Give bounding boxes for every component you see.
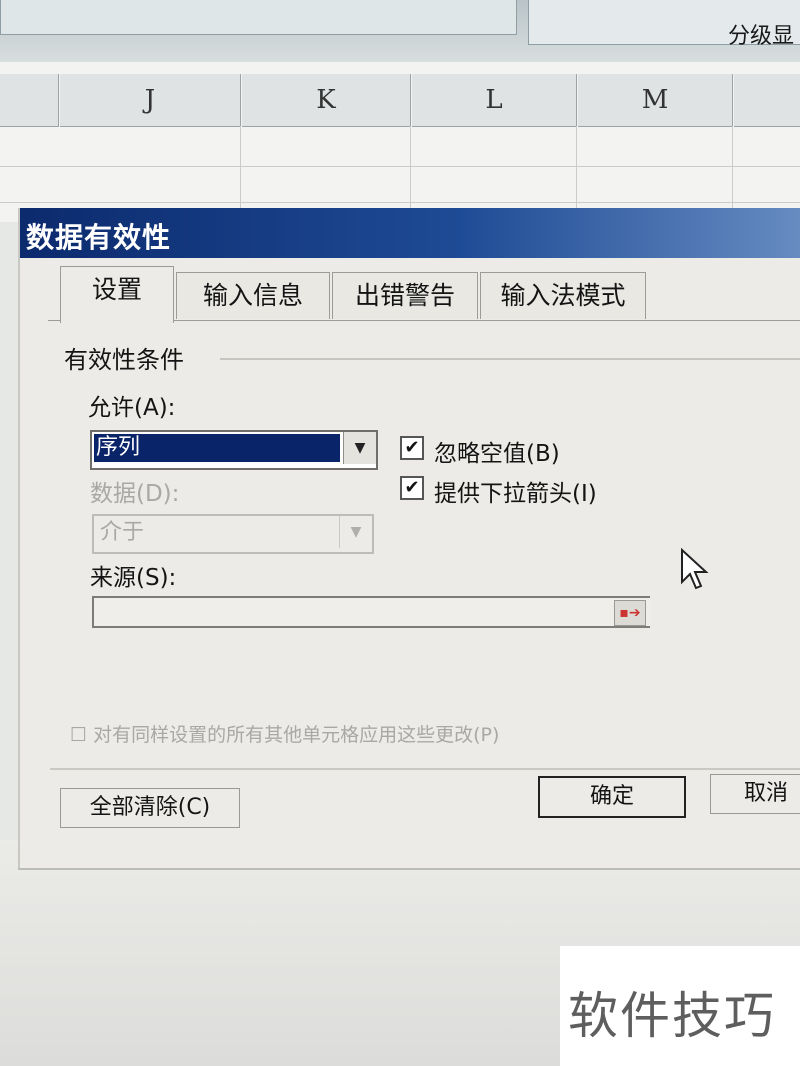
- allow-selected-value: 序列: [94, 434, 340, 462]
- mouse-cursor-icon: [681, 548, 709, 590]
- collapse-dialog-icon[interactable]: ▪➔: [614, 600, 646, 626]
- watermark: 软件技巧: [560, 946, 800, 1066]
- apply-to-all-checkbox: ☐: [70, 724, 94, 746]
- dialog-title: 数据有效性: [26, 221, 172, 254]
- chevron-down-icon: ▼: [339, 516, 372, 548]
- column-header-k[interactable]: K: [242, 74, 411, 127]
- ribbon-outline-label: 分级显: [728, 24, 795, 49]
- ignore-blank-checkbox[interactable]: ✔: [400, 436, 424, 460]
- source-label: 来源(S):: [90, 565, 177, 591]
- apply-to-all-label: 对有同样设置的所有其他单元格应用这些更改(P): [93, 724, 500, 746]
- data-validation-dialog: 数据有效性 设置 输入信息 出错警告 输入法模式 有效性条件 允许(A): 序列…: [18, 208, 800, 868]
- tab-error-alert[interactable]: 出错警告: [332, 272, 478, 319]
- tab-settings[interactable]: 设置: [60, 266, 174, 323]
- ribbon-group: [0, 0, 517, 35]
- column-header-blank: [0, 74, 59, 127]
- column-header-m[interactable]: M: [578, 74, 733, 127]
- ribbon-bar: 分级显: [0, 0, 800, 62]
- column-header-l[interactable]: L: [412, 74, 577, 127]
- dropdown-arrow-label: 提供下拉箭头(I): [434, 481, 597, 507]
- allow-dropdown[interactable]: 序列 ▼: [90, 430, 378, 470]
- data-label: 数据(D):: [90, 481, 180, 507]
- tab-input-message[interactable]: 输入信息: [176, 272, 330, 319]
- clear-all-button[interactable]: 全部清除(C): [60, 788, 240, 828]
- column-header-j[interactable]: J: [60, 74, 241, 127]
- dialog-titlebar[interactable]: 数据有效性: [20, 208, 800, 258]
- data-selected-value: 介于: [100, 520, 145, 545]
- footer-divider: [50, 768, 800, 770]
- ok-button[interactable]: 确定: [538, 776, 686, 818]
- dropdown-arrow-checkbox[interactable]: ✔: [400, 476, 424, 500]
- chevron-down-icon[interactable]: ▼: [343, 432, 376, 464]
- allow-label: 允许(A):: [88, 395, 176, 421]
- watermark-text: 软件技巧: [568, 987, 776, 1045]
- data-dropdown: 介于 ▼: [92, 514, 374, 554]
- row-gridline: [0, 202, 800, 203]
- apply-to-all-option: ☐ 对有同样设置的所有其他单元格应用这些更改(P): [70, 720, 499, 747]
- ignore-blank-label: 忽略空值(B): [434, 441, 560, 467]
- source-input[interactable]: [92, 596, 650, 628]
- column-header-next[interactable]: [734, 74, 800, 127]
- cancel-button[interactable]: 取消: [710, 774, 800, 814]
- tab-ime-mode[interactable]: 输入法模式: [480, 272, 646, 319]
- row-gridline: [0, 166, 800, 167]
- group-divider: [220, 358, 800, 360]
- validation-criteria-label: 有效性条件: [64, 340, 190, 375]
- worksheet: J K L M: [0, 62, 800, 222]
